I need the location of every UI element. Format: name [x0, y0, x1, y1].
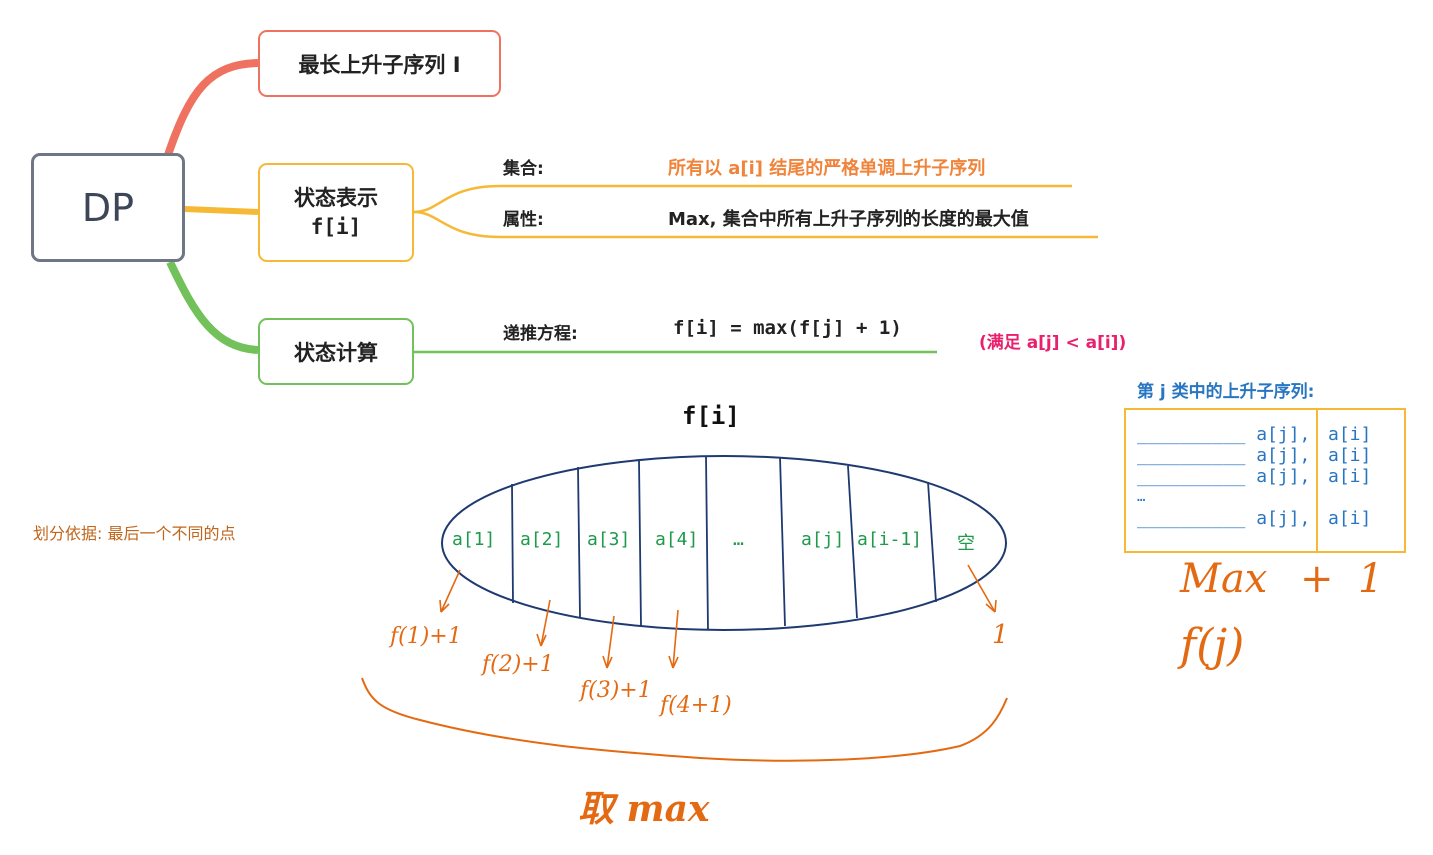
partition-3: a[3]	[587, 529, 631, 550]
class-j-note-one: 1	[1358, 556, 1384, 602]
class-j-row-5-left: __________ a[j],	[1137, 508, 1311, 529]
node-lis-label: 最长上升子序列 I	[298, 52, 461, 77]
partition-j: a[j]	[801, 529, 845, 550]
hand-note-f2: f(2)+1	[482, 652, 554, 677]
attr-value: Max, 集合中所有上升子序列的长度的最大值	[668, 209, 1029, 230]
class-j-row-2-right: a[i]	[1328, 445, 1372, 466]
hand-note-f3: f(3)+1	[580, 678, 652, 703]
class-j-left-rows: __________ a[j], __________ a[j], ______…	[1137, 424, 1310, 529]
root-label: DP	[81, 185, 135, 230]
class-j-note-fj: f(j)	[1180, 620, 1245, 671]
attr-label: 属性:	[503, 210, 544, 230]
node-state-symbol: f[i]	[310, 214, 362, 239]
root-node-dp: DP	[31, 153, 185, 262]
partition-i-minus-1: a[i-1]	[857, 529, 923, 550]
recur-value: f[i] = max(f[j] + 1)	[673, 317, 902, 339]
partition-empty: 空	[957, 533, 975, 554]
recur-label: 递推方程:	[503, 324, 578, 344]
partition-basis: 划分依据: 最后一个不同的点	[33, 524, 236, 543]
class-j-row-3-right: a[i]	[1328, 466, 1372, 487]
take-max-brace	[361, 677, 1008, 762]
partition-1: a[1]	[452, 529, 496, 550]
class-j-title: 第 j 类中的上升子序列:	[1137, 382, 1315, 402]
class-j-row-5-right: a[i]	[1328, 508, 1372, 529]
partition-4: a[4]	[655, 529, 699, 550]
hand-note-one: 1	[992, 620, 1009, 650]
connector-state	[184, 206, 259, 215]
class-j-row-2-left: __________ a[j],	[1137, 445, 1311, 466]
class-j-right-rows: a[i] a[i] a[i] a[i]	[1328, 424, 1371, 529]
class-j-row-1-left: __________ a[j],	[1137, 424, 1311, 445]
hand-note-f4: f(4+1)	[660, 693, 732, 718]
connector-compute	[166, 260, 259, 354]
set-label: 集合:	[503, 159, 544, 179]
set-diagram-title: f[i]	[682, 402, 740, 430]
class-j-note-plus: +	[1300, 556, 1334, 602]
partition-ellipsis: …	[733, 529, 744, 550]
node-compute-label: 状态计算	[294, 340, 378, 365]
recur-condition: (满足 a[j] < a[i])	[979, 333, 1127, 353]
class-j-row-4-right	[1328, 487, 1371, 508]
set-value: 所有以 a[i] 结尾的严格单调上升子序列	[668, 158, 986, 179]
node-state-label: 状态表示	[294, 185, 378, 210]
class-j-row-3-left: __________ a[j],	[1137, 466, 1311, 487]
partition-2: a[2]	[520, 529, 564, 550]
node-state: 状态表示 f[i]	[258, 163, 414, 262]
node-compute: 状态计算	[258, 318, 414, 385]
class-j-row-1-right: a[i]	[1328, 424, 1372, 445]
connector-lis	[164, 59, 259, 157]
class-j-note-max: Max	[1180, 556, 1268, 602]
node-lis: 最长上升子序列 I	[258, 30, 501, 97]
hand-note-f1: f(1)+1	[390, 624, 462, 649]
take-max-label: 取 max	[578, 788, 710, 830]
class-j-row-4-left: …	[1137, 489, 1146, 505]
